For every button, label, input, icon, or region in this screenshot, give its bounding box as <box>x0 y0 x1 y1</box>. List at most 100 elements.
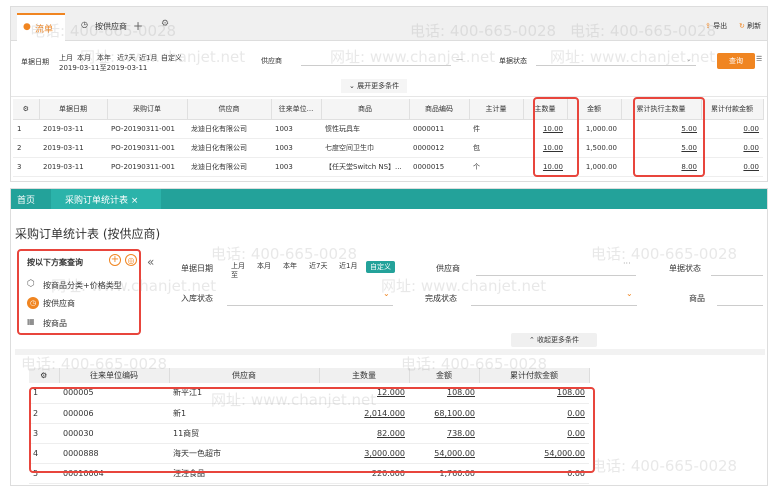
cell-item: 惯性玩具车 <box>321 119 409 139</box>
col-item-code[interactable]: 商品编码 <box>409 99 470 120</box>
quick-1month[interactable]: 近1月 <box>339 261 357 271</box>
cell-supplier: 龙迪日化有限公司 <box>187 138 271 158</box>
col-item[interactable]: 商品 <box>321 99 410 120</box>
watermark-site: 网址: www.chanjet.net <box>381 277 547 295</box>
quick-custom[interactable]: 自定义 <box>161 53 182 63</box>
tab-home[interactable]: 首页 <box>17 193 35 206</box>
col-unit[interactable]: 主计量 <box>469 99 524 120</box>
collapse-sidebar-icon[interactable]: « <box>147 255 154 269</box>
tab-by-supplier-label: 按供应商 <box>95 22 127 31</box>
date-label: 单据日期 <box>181 264 213 273</box>
instock-select[interactable] <box>227 305 393 306</box>
quick-this-year[interactable]: 本年 <box>97 53 111 63</box>
top-tab-bar: ● 流单 ◷ 按供应商 + ⚙ ⇪ 导出 ↻ 刷新 <box>11 7 767 41</box>
export-icon: ⇪ <box>705 22 711 30</box>
date-range-value[interactable]: 2019-03-11至2019-03-11 <box>59 63 147 73</box>
col-partner[interactable]: 往来单位... <box>271 99 322 120</box>
query-button[interactable]: 查询 <box>717 53 755 69</box>
expand-label: 展开更多条件 <box>357 82 400 90</box>
complete-label: 完成状态 <box>425 294 457 303</box>
tab-flow[interactable]: ● 流单 <box>17 13 65 41</box>
refresh-icon: ↻ <box>739 22 745 30</box>
bottom-screenshot-panel: 首页 采购订单统计表 × 采购订单统计表 (按供应商) 按以下方案查询 + ◎ … <box>10 188 768 486</box>
quick-7days[interactable]: 近7天 <box>117 53 135 63</box>
chevron-down-icon: ⌄ <box>626 289 633 298</box>
quick-last-month[interactable]: 上月 <box>59 53 73 63</box>
col-order[interactable]: 采购订单 <box>107 99 188 120</box>
tab-report[interactable]: 采购订单统计表 × <box>51 189 161 209</box>
supplier-more-icon[interactable]: ··· <box>623 259 631 268</box>
settings-icon[interactable]: ⚙ <box>161 19 169 29</box>
quick-custom-active[interactable]: 自定义 <box>366 261 395 273</box>
clock-icon: ◷ <box>81 20 88 29</box>
row-index: 2 <box>13 138 39 158</box>
more-icon[interactable]: ☰ <box>756 55 762 63</box>
cell-paid[interactable]: 0.00 <box>701 138 763 158</box>
quick-1month[interactable]: 近1月 <box>139 53 157 63</box>
quick-this-month[interactable]: 本月 <box>77 53 91 63</box>
complete-select[interactable] <box>471 305 637 306</box>
col-paid[interactable]: 累计付款金额 <box>479 368 590 383</box>
cell-partner: 1003 <box>271 157 321 177</box>
cell-order: PO-20190311-001 <box>107 138 187 158</box>
refresh-label: 刷新 <box>747 22 762 30</box>
export-label: 导出 <box>713 22 728 30</box>
section-divider <box>15 349 765 355</box>
collapse-label: 收起更多条件 <box>537 336 580 344</box>
date-label: 单据日期 <box>21 58 49 66</box>
flow-icon: ● <box>23 22 31 32</box>
status-label: 单据状态 <box>499 57 527 65</box>
quick-this-year[interactable]: 本年 <box>283 261 297 271</box>
cell-date: 2019-03-11 <box>39 138 107 158</box>
column-settings-icon[interactable]: ⚙ <box>13 99 40 120</box>
cell-item: 七度空间卫生巾 <box>321 138 409 158</box>
cell-paid[interactable]: 0.00 <box>701 157 763 177</box>
refresh-button[interactable]: ↻ 刷新 <box>739 21 761 31</box>
export-button[interactable]: ⇪ 导出 <box>705 21 727 31</box>
bottom-table-header: ⚙ 往来单位编码 供应商 主数量 金额 累计付款金额 <box>29 368 590 383</box>
top-screenshot-panel: ● 流单 ◷ 按供应商 + ⚙ ⇪ 导出 ↻ 刷新 单据日期 上月 本月 本年 … <box>10 6 768 182</box>
col-amount[interactable]: 金额 <box>409 368 480 383</box>
instock-label: 入库状态 <box>181 294 213 303</box>
column-settings-icon[interactable]: ⚙ <box>29 368 60 383</box>
status-select[interactable] <box>711 275 763 276</box>
item-input[interactable] <box>717 305 763 306</box>
item-label: 商品 <box>689 294 705 303</box>
highlight-qty-column <box>533 97 579 177</box>
cell-date: 2019-03-11 <box>39 119 107 139</box>
quick-this-month[interactable]: 本月 <box>257 261 271 271</box>
row-index: 1 <box>13 119 39 139</box>
top-filter-area: 单据日期 上月 本月 本年 近7天 近1月 自定义 2019-03-11至201… <box>11 41 767 97</box>
cell-item-code: 0000012 <box>409 138 469 158</box>
cell-order: PO-20190311-001 <box>107 119 187 139</box>
chevron-down-icon: ⌄ <box>383 289 390 298</box>
highlight-exec-column <box>633 97 705 177</box>
col-paid[interactable]: 累计付款金额 <box>701 99 764 120</box>
watermark-phone: 电话: 400-665-0028 <box>591 245 738 263</box>
cell-unit: 件 <box>469 119 523 139</box>
cell-item-code: 0000015 <box>409 157 469 177</box>
col-date[interactable]: 单据日期 <box>39 99 108 120</box>
expand-more-button[interactable]: ⌄ 展开更多条件 <box>341 79 408 93</box>
cell-paid[interactable]: 0.00 <box>701 119 763 139</box>
date-to: 至 <box>231 271 238 279</box>
supplier-input[interactable] <box>476 275 636 276</box>
row-index: 3 <box>13 157 39 177</box>
status-select[interactable] <box>536 65 696 66</box>
tab-by-supplier[interactable]: ◷ 按供应商 <box>73 13 139 41</box>
supplier-label: 供应商 <box>261 57 282 65</box>
col-qty[interactable]: 主数量 <box>319 368 410 383</box>
range-dash: — <box>456 55 463 63</box>
chevron-down-icon: ⌄ <box>686 55 692 63</box>
col-partner-code[interactable]: 往来单位编码 <box>59 368 170 383</box>
cell-supplier: 龙迪日化有限公司 <box>187 157 271 177</box>
status-label: 单据状态 <box>669 264 701 273</box>
collapse-more-button[interactable]: ⌃ 收起更多条件 <box>511 333 597 347</box>
col-supplier[interactable]: 供应商 <box>187 99 272 120</box>
add-tab-button[interactable]: + <box>133 19 143 33</box>
col-supplier[interactable]: 供应商 <box>169 368 320 383</box>
cell-date: 2019-03-11 <box>39 157 107 177</box>
highlight-table-rows <box>29 387 595 473</box>
supplier-input[interactable] <box>301 65 451 66</box>
quick-7days[interactable]: 近7天 <box>309 261 327 271</box>
